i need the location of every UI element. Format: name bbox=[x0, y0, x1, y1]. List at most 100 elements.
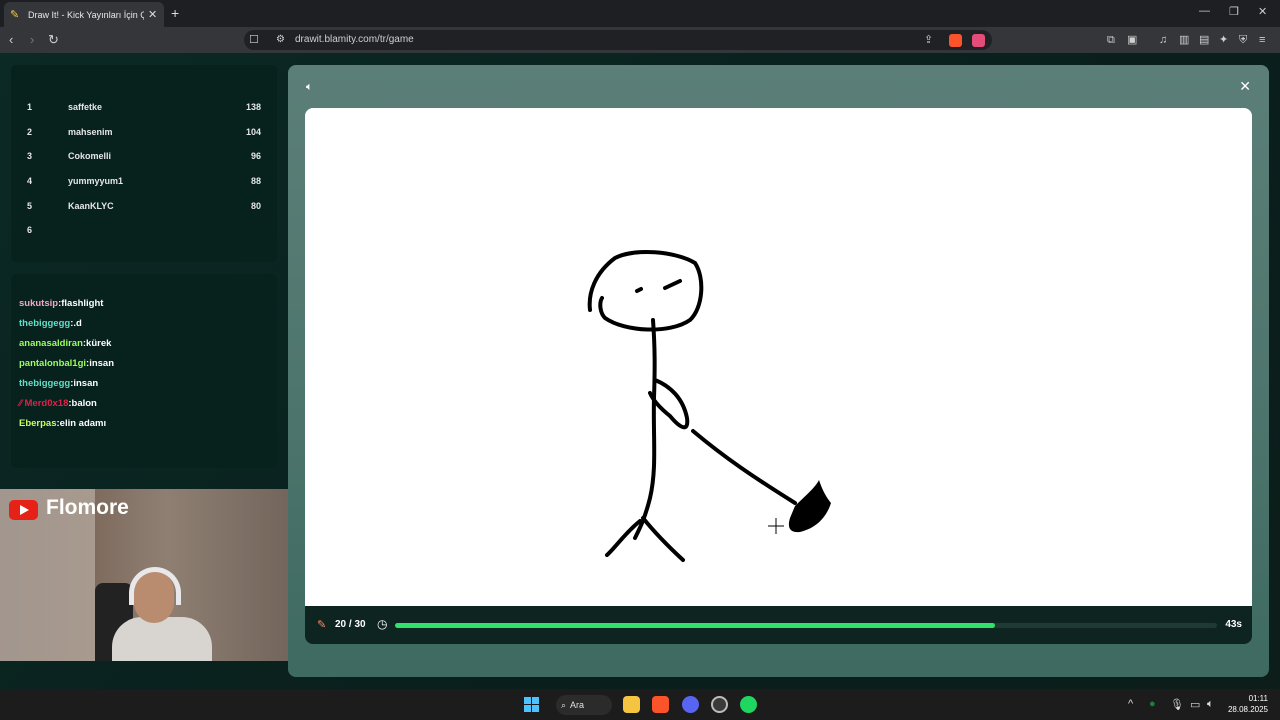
browser-toolbar: ‹ › ↻ ☐ ⚙ drawit.blamity.com/tr/game ⇪ ⧉… bbox=[0, 27, 1280, 53]
player-score: 138 bbox=[245, 102, 261, 112]
chat-message: thebiggegg:.d bbox=[19, 318, 82, 329]
wallet-icon[interactable]: ▤ bbox=[1199, 32, 1209, 48]
url-text: drawit.blamity.com/tr/game bbox=[295, 34, 414, 45]
search-label: Ara bbox=[570, 700, 585, 710]
player-name: Cokomelli bbox=[68, 151, 112, 161]
chat-text: :elin adamı bbox=[56, 418, 107, 429]
chat-username: thebiggegg bbox=[19, 378, 71, 389]
spotify-icon[interactable] bbox=[740, 696, 757, 713]
chat-username: Eberpas bbox=[19, 418, 57, 429]
time-left: 43s bbox=[1225, 619, 1242, 630]
system-clock[interactable]: 01:11 28.08.2025 bbox=[1228, 693, 1268, 715]
leaderboard-row: 1 saffetke 138 bbox=[27, 102, 261, 118]
tab-title: Draw It! - Kick Yayınları İçin Çizim bbox=[28, 9, 144, 20]
stick-figure-drawing bbox=[587, 249, 831, 562]
search-icon: ⌕ bbox=[561, 700, 567, 710]
rank: 1 bbox=[27, 102, 33, 112]
rank: 5 bbox=[27, 201, 33, 211]
window-close-icon[interactable]: ✕ bbox=[1258, 5, 1267, 18]
restore-icon[interactable]: ❐ bbox=[1229, 5, 1239, 18]
player-score: 104 bbox=[245, 127, 261, 137]
new-tab-icon[interactable]: + bbox=[171, 5, 179, 21]
brave-shield-icon[interactable] bbox=[949, 34, 962, 47]
taskbar-search[interactable]: ⌕ Ara bbox=[556, 695, 612, 715]
chat-text: :.d bbox=[70, 318, 82, 329]
clock-time: 01:11 bbox=[1248, 694, 1268, 703]
chat-username: sukutsip bbox=[19, 298, 59, 309]
leaderboard-row: 4 yummyyum1 88 bbox=[27, 176, 261, 192]
time-progress-fill bbox=[395, 623, 996, 628]
bookmark-icon[interactable]: ☐ bbox=[249, 32, 259, 48]
back-icon[interactable]: ‹ bbox=[9, 32, 13, 48]
player-score: 88 bbox=[250, 176, 261, 186]
tab-close-icon[interactable]: ✕ bbox=[148, 8, 157, 21]
channel-name: Flomore bbox=[46, 496, 129, 519]
site-info-icon[interactable]: ⚙ bbox=[276, 32, 285, 48]
chat-message: sukutsip:flashlight bbox=[19, 298, 103, 309]
chat-text: :insan bbox=[86, 358, 115, 369]
streamer-body bbox=[112, 617, 212, 661]
player-name: saffetke bbox=[68, 102, 103, 112]
menu-icon[interactable]: ≡ bbox=[1259, 32, 1265, 48]
extensions-icon[interactable]: ⧉ bbox=[1107, 32, 1115, 48]
forward-icon[interactable]: › bbox=[30, 32, 34, 48]
clock-date: 28.08.2025 bbox=[1227, 705, 1268, 714]
volume-icon[interactable]: 🔈︎ bbox=[1207, 698, 1214, 711]
chat-message: ⁄⁄ Merd0x18:balon bbox=[19, 398, 97, 409]
sound-icon[interactable]: 🔈︎ bbox=[306, 81, 313, 94]
headset-icon bbox=[129, 567, 181, 605]
brave-browser-icon[interactable] bbox=[652, 696, 669, 713]
browser-tab-bar: ✎ Draw It! - Kick Yayınları İçin Çizim ✕… bbox=[0, 0, 1280, 27]
drawing-canvas[interactable] bbox=[305, 108, 1252, 606]
microphone-icon[interactable]: 🎙︎ bbox=[1170, 698, 1184, 711]
network-icon[interactable]: ▭ bbox=[1190, 698, 1200, 711]
time-progress-track bbox=[395, 623, 1217, 628]
leaderboard-row: 2 mahsenim 104 bbox=[27, 127, 261, 143]
player-name: KaanKLYC bbox=[68, 201, 114, 211]
webcam-overlay: Flomore bbox=[0, 489, 304, 661]
chat-username: thebiggegg bbox=[19, 318, 71, 329]
rank: 6 bbox=[27, 225, 33, 235]
file-explorer-icon[interactable] bbox=[623, 696, 640, 713]
drawit-favicon-icon: ✎ bbox=[10, 8, 20, 21]
leo-ai-icon[interactable]: ✦ bbox=[1219, 32, 1228, 48]
browser-tab[interactable]: ✎ Draw It! - Kick Yayınları İçin Çizim ✕ bbox=[4, 2, 164, 27]
os-taskbar: ⌕ Ara ^ ● 🎙︎ ▭ 🔈︎ 01:11 28.08.2025 bbox=[0, 689, 1280, 720]
leaderboard-row: 5 KaanKLYC 80 bbox=[27, 201, 261, 217]
sidebar-icon[interactable]: ▥ bbox=[1179, 32, 1189, 48]
rank: 4 bbox=[27, 176, 33, 186]
youtube-logo-icon bbox=[9, 500, 38, 520]
tray-chevron-icon[interactable]: ^ bbox=[1128, 698, 1133, 710]
player-score: 96 bbox=[250, 151, 261, 161]
game-modal: 🔈︎ ✕ ✎ 20 / 30 ◷ 43s bbox=[288, 65, 1269, 677]
vpn-icon[interactable]: ⛨ bbox=[1239, 32, 1247, 48]
game-status-bar: ✎ 20 / 30 ◷ 43s bbox=[305, 606, 1252, 644]
tab-search-icon[interactable]: ▣ bbox=[1127, 32, 1137, 48]
chat-message: thebiggegg:insan bbox=[19, 378, 98, 389]
close-icon[interactable]: ✕ bbox=[1239, 78, 1251, 95]
player-name: yummyyum1 bbox=[68, 176, 124, 186]
chat-message: pantalonbal1gi:insan bbox=[19, 358, 114, 369]
round-counter: 20 / 30 bbox=[335, 619, 366, 630]
share-icon[interactable]: ⇪ bbox=[924, 32, 933, 48]
player-score: 80 bbox=[250, 201, 261, 211]
chat-text: :flashlight bbox=[58, 298, 104, 309]
leaderboard-row: 3 Cokomelli 96 bbox=[27, 151, 261, 167]
tray-app-icon[interactable]: ● bbox=[1149, 698, 1156, 710]
windows-start-icon[interactable] bbox=[524, 697, 539, 712]
leaderboard-panel: 1 saffetke 138 2 mahsenim 104 3 Cokomell… bbox=[11, 65, 277, 262]
brave-rewards-icon[interactable] bbox=[972, 34, 985, 47]
minimize-icon[interactable]: — bbox=[1199, 5, 1210, 17]
chat-text: :balon bbox=[68, 398, 97, 409]
chat-username: ananasaldiran bbox=[19, 338, 83, 349]
chat-message: ananasaldiran:kürek bbox=[19, 338, 111, 349]
chat-message: Eberpas:elin adamı bbox=[19, 418, 106, 429]
rank: 2 bbox=[27, 127, 33, 137]
reload-icon[interactable]: ↻ bbox=[48, 32, 59, 48]
media-icon[interactable]: ♫ bbox=[1159, 32, 1167, 48]
pencil-icon: ✎ bbox=[317, 619, 327, 631]
chat-text: :kürek bbox=[82, 338, 112, 349]
steam-icon[interactable] bbox=[711, 696, 728, 713]
address-bar[interactable]: ☐ ⚙ drawit.blamity.com/tr/game ⇪ bbox=[244, 30, 992, 50]
discord-icon[interactable] bbox=[682, 696, 699, 713]
